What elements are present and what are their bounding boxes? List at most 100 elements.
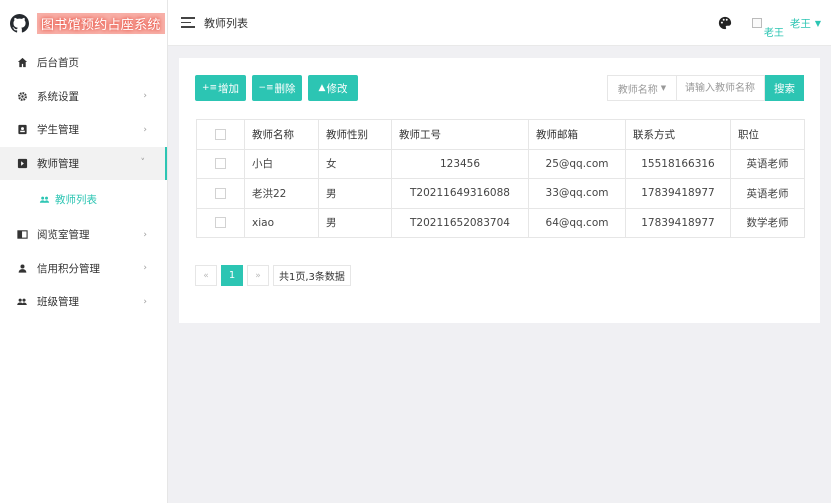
sidebar-item-credit-management[interactable]: 信用积分管理 › (0, 252, 167, 286)
breadcrumb: 教师列表 (204, 16, 248, 30)
pagination-info: 共1页,3条数据 (273, 265, 351, 286)
app-title: 图书馆预约占座系统 (37, 12, 165, 34)
table-cell: xiao (244, 207, 319, 238)
table-cell: T20211649316088 (391, 178, 529, 209)
table-row[interactable]: 老洪22 男 T20211649316088 33@qq.com 1783941… (196, 178, 805, 209)
sidebar-item-student-management[interactable]: 学生管理 › (0, 113, 167, 147)
book-icon (16, 229, 28, 241)
row-checkbox[interactable] (215, 187, 226, 199)
table-cell: 25@qq.com (528, 148, 626, 179)
table-cell: 15518166316 (625, 148, 731, 179)
add-button-label: 增加 (218, 82, 240, 95)
table-cell: 123456 (391, 148, 529, 179)
pagination: « 1 » 共1页,3条数据 (195, 265, 355, 286)
add-user-icon: +≡ (201, 83, 218, 93)
column-header: 教师性别 (318, 119, 392, 150)
column-header: 教师邮箱 (528, 119, 626, 150)
teacher-icon (16, 157, 28, 169)
content-card: +≡增加 −≡删除 ▲修改 教师名称▼ 搜索 教师名称 教师性别 教师工号 教师… (179, 58, 820, 323)
sidebar-item-label: 信用积分管理 (37, 262, 100, 275)
edit-user-icon: ▲ (318, 83, 326, 93)
chevron-down-icon: ˅ (140, 158, 146, 169)
table-cell: 数学老师 (730, 207, 805, 238)
menu-toggle-icon[interactable] (181, 17, 195, 28)
chevron-right-icon: › (143, 229, 147, 240)
search-bar: 教师名称▼ 搜索 (607, 75, 804, 101)
table-row[interactable]: xiao 男 T20211652083704 64@qq.com 1783941… (196, 207, 805, 238)
sidebar-item-label: 班级管理 (37, 296, 79, 309)
avatar-alt-text: 老王 (763, 28, 784, 39)
table-cell: 33@qq.com (528, 178, 626, 209)
table-cell: 女 (318, 148, 392, 179)
sidebar-item-system-settings[interactable]: 系统设置 › (0, 80, 167, 114)
column-header: 职位 (730, 119, 805, 150)
next-page-button[interactable]: » (247, 265, 269, 286)
sidebar-item-class-management[interactable]: 班级管理 › (0, 285, 167, 319)
chevron-right-icon: › (143, 91, 147, 102)
select-all-cell[interactable] (196, 119, 245, 150)
sidebar-item-reading-room-management[interactable]: 阅览室管理 › (0, 218, 167, 252)
delete-button-label: 删除 (274, 82, 296, 95)
search-field-label: 教师名称 (617, 84, 658, 96)
table-cell: 英语老师 (730, 148, 805, 179)
row-select-cell[interactable] (196, 148, 245, 179)
remove-user-icon: −≡ (258, 83, 274, 93)
sidebar-item-label: 后台首页 (37, 57, 79, 70)
username[interactable]: 老王 (790, 16, 811, 31)
table-cell: 男 (318, 207, 392, 238)
table-cell: 小白 (244, 148, 319, 179)
column-header: 联系方式 (625, 119, 731, 150)
caret-down-icon: ▼ (660, 84, 667, 92)
group-icon (16, 296, 28, 308)
sidebar-item-home[interactable]: 后台首页 (0, 46, 167, 80)
row-select-cell[interactable] (196, 207, 245, 238)
user-icon (16, 262, 28, 274)
teacher-table: 教师名称 教师性别 教师工号 教师邮箱 联系方式 职位 小白 女 123456 … (196, 119, 805, 238)
github-icon (10, 13, 29, 33)
add-button[interactable]: +≡ 增加 (195, 75, 246, 101)
prev-page-button[interactable]: « (195, 265, 217, 286)
table-cell: 17839418977 (625, 178, 731, 209)
sidebar: 图书馆预约占座系统 后台首页 系统设置 › 学生管理 › 教师管理 ˅ 教师列表… (0, 0, 168, 503)
users-icon (38, 193, 50, 205)
row-checkbox[interactable] (215, 158, 226, 170)
edit-button-label: 修改 (326, 82, 348, 95)
brand: 图书馆预约占座系统 (0, 0, 167, 46)
table-cell: 男 (318, 178, 392, 209)
table-header-row: 教师名称 教师性别 教师工号 教师邮箱 联系方式 职位 (196, 119, 805, 150)
id-card-icon (16, 124, 28, 136)
column-header: 教师工号 (391, 119, 529, 150)
column-header: 教师名称 (244, 119, 319, 150)
sidebar-item-label: 学生管理 (37, 124, 79, 137)
caret-down-icon[interactable]: ▼ (815, 19, 821, 28)
search-input[interactable] (677, 75, 765, 101)
sidebar-item-teacher-list[interactable]: 教师列表 (0, 180, 167, 218)
topbar: 教师列表 老王 老王 ▼ (168, 0, 831, 46)
table-cell: 17839418977 (625, 207, 731, 238)
chevron-right-icon: › (143, 124, 147, 135)
search-field-select[interactable]: 教师名称 ▼ (607, 75, 677, 101)
delete-button[interactable]: −≡ 删除 (252, 75, 302, 101)
chevron-right-icon: › (143, 263, 147, 274)
table-cell: 64@qq.com (528, 207, 626, 238)
table-cell: 老洪22 (244, 178, 319, 209)
palette-icon[interactable] (718, 16, 732, 30)
page-1-button[interactable]: 1 (221, 265, 243, 286)
sidebar-item-teacher-management[interactable]: 教师管理 ˅ (0, 146, 167, 180)
gear-icon (16, 90, 28, 102)
home-icon (16, 57, 28, 69)
chevron-right-icon: › (143, 296, 147, 307)
avatar[interactable]: 老王 (751, 11, 784, 39)
sidebar-item-label: 教师列表 (55, 193, 97, 206)
select-all-checkbox[interactable] (215, 128, 226, 140)
row-select-cell[interactable] (196, 178, 245, 209)
row-checkbox[interactable] (215, 217, 226, 229)
table-row[interactable]: 小白 女 123456 25@qq.com 15518166316 英语老师 (196, 148, 805, 179)
sidebar-item-label: 教师管理 (37, 157, 79, 170)
edit-button[interactable]: ▲ 修改 (308, 75, 358, 101)
search-button[interactable]: 搜索 (765, 75, 804, 101)
sidebar-item-label: 阅览室管理 (37, 229, 90, 242)
table-cell: T20211652083704 (391, 207, 529, 238)
sidebar-item-label: 系统设置 (37, 90, 79, 103)
broken-image-icon (751, 18, 762, 28)
